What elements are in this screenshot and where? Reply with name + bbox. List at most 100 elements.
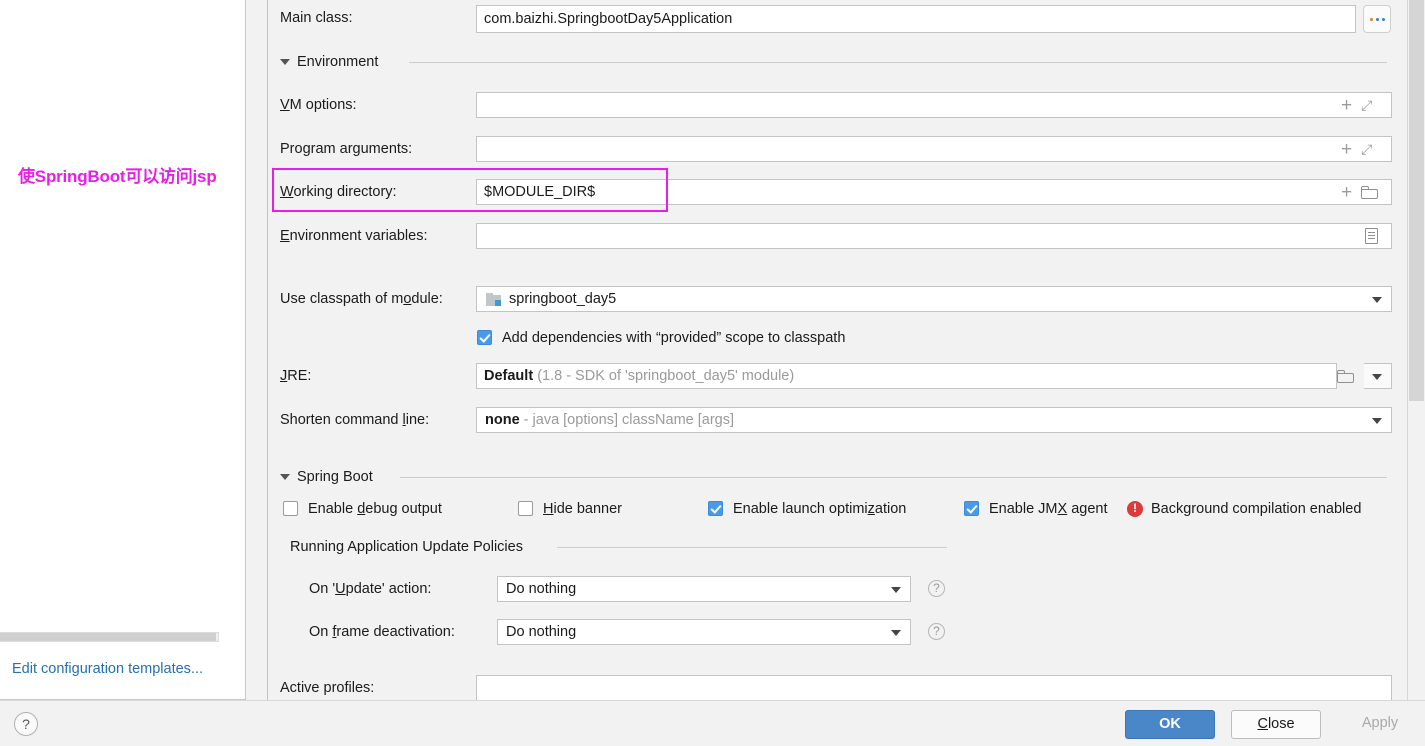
jre-row: JRE: Default (1.8 - SDK of 'springboot_d… [269,363,1406,389]
ok-button[interactable]: OK [1125,710,1215,739]
document-icon[interactable] [1365,228,1378,244]
dot-1-icon [1369,17,1373,21]
program-arguments-input[interactable] [476,136,1392,162]
active-profiles-label: Active profiles: [280,680,375,696]
add-dependencies-row: Add dependencies with “provided” scope t… [269,328,1406,354]
jre-input[interactable]: Default (1.8 - SDK of 'springboot_day5' … [476,363,1337,389]
working-directory-input[interactable]: $MODULE_DIR$ [476,179,1392,205]
spring-boot-options-row: Enable debug output Hide banner Enable l… [269,499,1406,525]
enable-jmx-agent-label: Enable JMX agent [989,501,1108,517]
update-policies-rule [557,547,947,548]
chevron-down-icon [280,59,290,65]
on-frame-deactivation-help-icon[interactable]: ? [928,623,945,640]
use-classpath-module-value: springboot_day5 [509,291,617,307]
shorten-command-line-label: Shorten command line: [280,412,430,428]
dot-2-icon [1375,17,1379,21]
help-button[interactable]: ? [14,712,38,736]
enable-launch-optimization-checkbox[interactable] [708,501,723,516]
expand-icon[interactable]: ⤢ [1361,142,1375,156]
jre-value-hint: (1.8 - SDK of 'springboot_day5' module) [537,368,795,384]
enable-debug-output-checkbox[interactable] [283,501,298,516]
on-frame-deactivation-row: On frame deactivation: Do nothing ? [269,619,1406,645]
vm-options-input[interactable] [476,92,1392,118]
close-button[interactable]: Close [1231,710,1321,739]
on-frame-deactivation-combo[interactable]: Do nothing [497,619,911,645]
chevron-down-icon [280,474,290,480]
plus-icon[interactable]: + [1341,140,1352,159]
update-policies-header: Running Application Update Policies [290,539,523,555]
on-update-action-value: Do nothing [506,581,577,597]
run-configuration-dialog: 使SpringBoot可以访问jsp Edit configuration te… [0,0,1425,746]
apply-button: Apply [1361,715,1399,731]
configuration-form: Main class: com.baizhi.SpringbootDay5App… [269,0,1406,700]
program-arguments-row: Program arguments: + ⤢ [269,136,1406,162]
add-dependencies-label: Add dependencies with “provided” scope t… [502,330,846,346]
chevron-down-icon [1372,374,1382,380]
jre-dropdown-button[interactable] [1364,363,1392,389]
main-class-row: Main class: com.baizhi.SpringbootDay5App… [269,5,1406,33]
environment-variables-icons [1365,223,1378,249]
panel-gap-strip [247,0,268,700]
chevron-down-icon[interactable] [1372,418,1382,424]
chevron-down-icon[interactable] [891,587,901,593]
environment-section-rule [409,62,1387,63]
left-panel-hscrollbar-thumb[interactable] [0,633,216,641]
enable-debug-output-label: Enable debug output [308,501,442,517]
on-update-action-label: On 'Update' action: [309,581,432,597]
environment-variables-label: Environment variables: [280,228,428,244]
chevron-down-icon[interactable] [1372,297,1382,303]
annotation-chinese-note: 使SpringBoot可以访问jsp [18,167,217,186]
form-vscrollbar-thumb[interactable] [1409,0,1424,401]
jre-folder-button[interactable] [1337,363,1354,389]
jre-value: Default [484,368,534,384]
spring-boot-section-rule [400,477,1387,478]
use-classpath-module-label: Use classpath of module: [280,291,443,307]
working-directory-label: Working directory: [280,184,397,200]
on-update-action-combo[interactable]: Do nothing [497,576,911,602]
shorten-command-line-combo[interactable]: none - java [options] className [args] [476,407,1392,433]
active-profiles-input[interactable] [476,675,1392,700]
module-icon [486,293,502,306]
left-configurations-panel: 使SpringBoot可以访问jsp Edit configuration te… [0,0,246,700]
enable-jmx-agent-checkbox[interactable] [964,501,979,516]
background-compilation-warning-label: Background compilation enabled [1151,501,1362,517]
main-class-input[interactable]: com.baizhi.SpringbootDay5Application [476,5,1356,33]
on-frame-deactivation-label: On frame deactivation: [309,624,455,640]
use-classpath-module-combo[interactable]: springboot_day5 [476,286,1392,312]
chevron-down-icon[interactable] [891,630,901,636]
error-circle-icon: ! [1127,501,1143,517]
main-class-browse-button[interactable] [1363,5,1391,33]
folder-icon[interactable] [1337,369,1354,383]
on-update-action-help-icon[interactable]: ? [928,580,945,597]
hide-banner-checkbox[interactable] [518,501,533,516]
enable-launch-optimization-label: Enable launch optimization [733,501,907,517]
program-arguments-label: Program arguments: [280,141,413,157]
vm-options-label: VM options: [280,97,357,113]
vm-options-row: VM options: + ⤢ [269,92,1406,118]
shorten-command-line-row: Shorten command line: none - java [optio… [269,407,1406,433]
plus-icon[interactable]: + [1341,183,1352,202]
add-dependencies-checkbox[interactable] [477,330,492,345]
working-directory-icons: + [1341,179,1379,205]
edit-configuration-templates-link[interactable]: Edit configuration templates... [12,661,203,677]
environment-variables-row: Environment variables: [269,223,1406,249]
shorten-command-line-value: none [485,412,520,428]
main-class-label: Main class: [280,10,353,26]
plus-icon[interactable]: + [1341,96,1352,115]
expand-icon[interactable]: ⤢ [1361,98,1375,112]
spring-boot-section-title: Spring Boot [297,469,373,485]
active-profiles-row: Active profiles: [269,675,1406,700]
update-policies-title: Running Application Update Policies [290,539,523,555]
hide-banner-label: Hide banner [543,501,623,517]
on-update-action-row: On 'Update' action: Do nothing ? [269,576,1406,602]
spring-boot-section-header[interactable]: Spring Boot [280,469,373,485]
on-frame-deactivation-value: Do nothing [506,624,577,640]
shorten-command-line-hint: - java [options] className [args] [523,412,735,428]
dot-3-icon [1381,17,1385,21]
environment-variables-input[interactable] [476,223,1392,249]
jre-label: JRE: [280,368,312,384]
environment-section-header[interactable]: Environment [280,54,378,70]
program-arguments-icons: + ⤢ [1341,136,1375,162]
folder-icon[interactable] [1361,185,1379,199]
environment-section-title: Environment [297,54,379,70]
